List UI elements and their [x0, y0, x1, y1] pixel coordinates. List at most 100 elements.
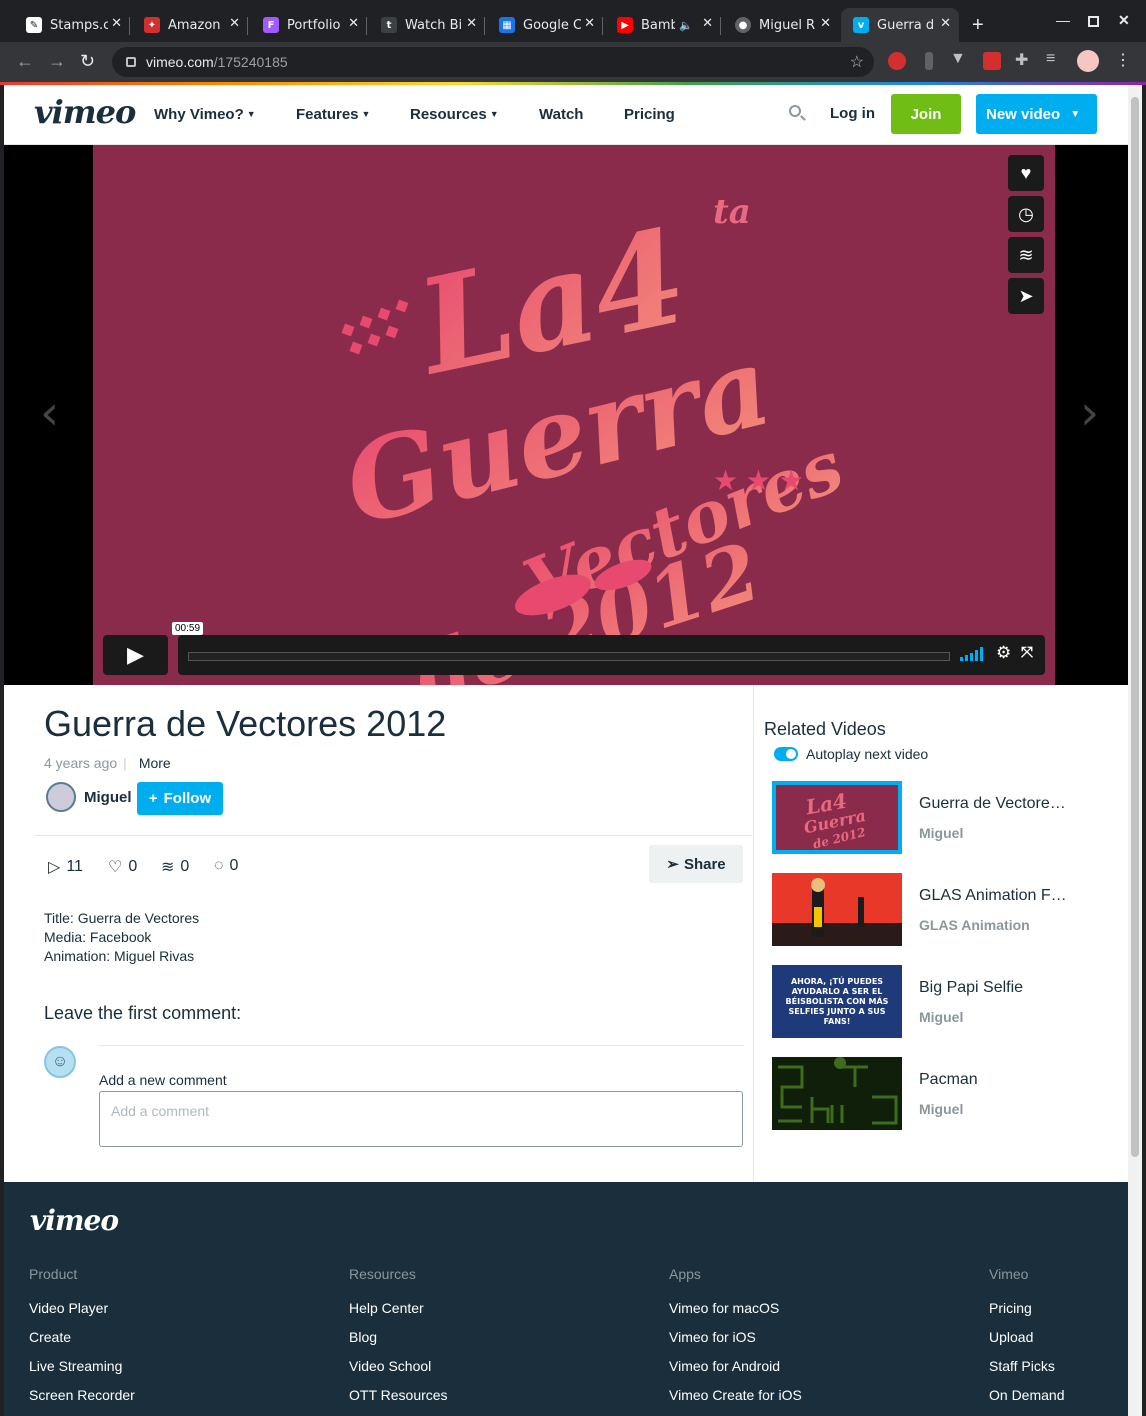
progress-track[interactable]: [188, 652, 950, 661]
related-title[interactable]: Pacman: [919, 1071, 978, 1089]
bookmark-star-icon[interactable]: ☆: [850, 52, 864, 72]
footer-link[interactable]: Video Player: [29, 1300, 135, 1329]
like-heart-icon[interactable]: ♥: [1008, 155, 1044, 191]
related-title[interactable]: GLAS Animation F…: [919, 887, 1067, 905]
fullscreen-icon[interactable]: ⤧: [1021, 644, 1033, 661]
nav-features[interactable]: Features ▼: [296, 106, 370, 123]
comments-stat[interactable]: ◌ 0: [214, 857, 238, 875]
browser-tab[interactable]: ▶ Bamb 🔈 ✕: [605, 8, 721, 42]
extension-v-icon[interactable]: ▼: [950, 50, 968, 68]
likes-stat[interactable]: ♡ 0: [108, 857, 137, 877]
footer-link[interactable]: Vimeo for iOS: [669, 1329, 802, 1358]
close-icon[interactable]: ✕: [348, 16, 359, 31]
join-button[interactable]: Join: [891, 94, 961, 134]
settings-gear-icon[interactable]: ⚙: [996, 643, 1011, 663]
page-scrollbar[interactable]: [1128, 85, 1142, 1416]
extension-red-icon[interactable]: [983, 52, 1001, 70]
browser-tab[interactable]: t Watch Bi ✕: [369, 8, 485, 42]
close-icon[interactable]: ✕: [820, 16, 831, 31]
share-button[interactable]: ➢ Share: [649, 845, 743, 883]
nav-resources[interactable]: Resources ▼: [410, 106, 499, 123]
related-item[interactable]: La4 Guerra de 2012 Guerra de Vectore… Mi…: [772, 781, 1112, 855]
collections-layers-icon[interactable]: ≋: [1008, 237, 1044, 273]
extension-mouse-icon[interactable]: [925, 52, 933, 70]
footer-vimeo-logo[interactable]: vimeo: [30, 1204, 119, 1237]
next-video-arrow-icon[interactable]: ›: [1080, 385, 1099, 441]
vimeo-logo[interactable]: vimeo: [34, 93, 136, 131]
maximize-icon[interactable]: [1088, 16, 1099, 27]
reload-icon[interactable]: ↻: [80, 51, 95, 72]
close-icon[interactable]: ✕: [111, 16, 122, 31]
footer-link[interactable]: Create: [29, 1329, 135, 1358]
new-tab-icon[interactable]: +: [972, 14, 984, 37]
profile-avatar[interactable]: [1077, 50, 1099, 72]
back-icon[interactable]: ←: [16, 51, 34, 72]
nav-watch[interactable]: Watch: [539, 106, 583, 123]
follow-button[interactable]: + Follow: [137, 782, 223, 815]
prev-video-arrow-icon[interactable]: ‹: [40, 385, 59, 441]
footer-link[interactable]: Upload: [989, 1329, 1064, 1358]
collections-stat[interactable]: ≋ 0: [161, 857, 189, 877]
related-author[interactable]: GLAS Animation: [919, 917, 1030, 933]
related-author[interactable]: Miguel: [919, 1009, 963, 1025]
related-thumbnail[interactable]: [772, 1057, 902, 1130]
browser-tab-active[interactable]: v Guerra d ✕: [841, 8, 959, 42]
extensions-puzzle-icon[interactable]: ✚: [1015, 50, 1033, 69]
toggle-switch[interactable]: [774, 747, 798, 761]
footer-link[interactable]: Live Streaming: [29, 1358, 135, 1387]
close-icon[interactable]: ✕: [940, 16, 951, 31]
media-control-icon[interactable]: ≡: [1046, 50, 1064, 68]
related-title[interactable]: Guerra de Vectore…: [919, 795, 1066, 813]
author-name[interactable]: Miguel: [84, 789, 132, 806]
nav-pricing[interactable]: Pricing: [624, 106, 675, 123]
related-title[interactable]: Big Papi Selfie: [919, 979, 1023, 997]
browser-tab[interactable]: ✦ Amazon ✕: [132, 8, 248, 42]
footer-link[interactable]: OTT Resources: [349, 1387, 448, 1416]
browser-tab[interactable]: ● Miguel R ✕: [723, 8, 839, 42]
close-icon[interactable]: ✕: [229, 16, 240, 31]
browser-tab[interactable]: ✎ Stamps.c ✕: [14, 8, 130, 42]
video-frame[interactable]: La4 ta Guerra Vectores de 2012 ★ ★ ★: [93, 145, 1055, 685]
related-item[interactable]: GLAS Animation F… GLAS Animation: [772, 873, 1112, 947]
footer-link[interactable]: Help Center: [349, 1300, 448, 1329]
autoplay-toggle[interactable]: Autoplay next video: [774, 746, 928, 762]
related-item[interactable]: AHORA, ¡TÚ PUEDES AYUDARLO A SER EL BÉIS…: [772, 965, 1112, 1039]
minimize-icon[interactable]: —: [1056, 12, 1070, 28]
login-link[interactable]: Log in: [830, 105, 875, 122]
related-author[interactable]: Miguel: [919, 1101, 963, 1117]
related-thumbnail[interactable]: [772, 873, 902, 946]
close-icon[interactable]: ✕: [466, 16, 477, 31]
footer-link[interactable]: Screen Recorder: [29, 1387, 135, 1416]
watch-later-clock-icon[interactable]: ◷: [1008, 196, 1044, 232]
footer-link[interactable]: Vimeo for Android: [669, 1358, 802, 1387]
more-link[interactable]: More: [139, 755, 171, 771]
footer-link[interactable]: Blog: [349, 1329, 448, 1358]
new-video-button[interactable]: New video ▼: [976, 94, 1097, 134]
close-window-icon[interactable]: ✕: [1118, 12, 1130, 29]
address-bar[interactable]: vimeo.com/175240185 ☆: [112, 47, 874, 77]
comment-input[interactable]: [99, 1091, 743, 1147]
footer-link[interactable]: Vimeo Create for iOS: [669, 1387, 802, 1416]
footer-link[interactable]: Vimeo for macOS: [669, 1300, 802, 1329]
author-avatar[interactable]: [46, 782, 76, 812]
close-icon[interactable]: ✕: [584, 16, 595, 31]
related-author[interactable]: Miguel: [919, 825, 963, 841]
related-thumbnail[interactable]: AHORA, ¡TÚ PUEDES AYUDARLO A SER EL BÉIS…: [772, 965, 902, 1038]
scrollbar-thumb[interactable]: [1131, 97, 1139, 1157]
share-paper-plane-icon[interactable]: ➤: [1008, 278, 1044, 314]
footer-link[interactable]: Pricing: [989, 1300, 1064, 1329]
close-icon[interactable]: ✕: [702, 16, 713, 31]
play-button[interactable]: ▶: [103, 635, 168, 675]
footer-link[interactable]: On Demand: [989, 1387, 1064, 1416]
volume-icon[interactable]: [960, 647, 986, 661]
search-icon[interactable]: [789, 105, 801, 117]
related-thumbnail[interactable]: La4 Guerra de 2012: [772, 781, 902, 854]
menu-kebab-icon[interactable]: ⋮: [1115, 50, 1133, 69]
footer-link[interactable]: Video School: [349, 1358, 448, 1387]
extension-adblock-icon[interactable]: [888, 52, 906, 70]
forward-icon[interactable]: →: [48, 51, 66, 72]
footer-link[interactable]: Staff Picks: [989, 1358, 1064, 1387]
related-item[interactable]: Pacman Miguel: [772, 1057, 1112, 1131]
browser-tab[interactable]: F Portfolio ✕: [251, 8, 367, 42]
browser-tab[interactable]: ▦ Google C ✕: [487, 8, 603, 42]
